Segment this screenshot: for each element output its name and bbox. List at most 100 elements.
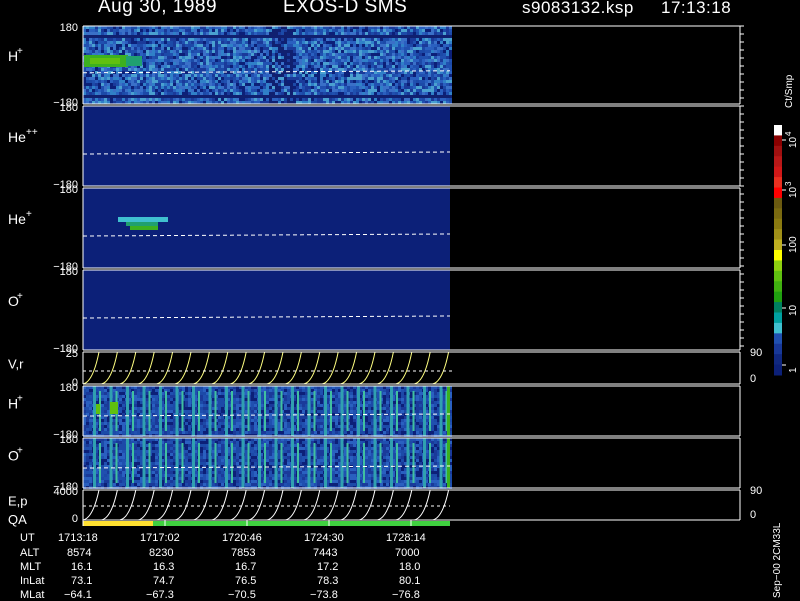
heatmap-cell (365, 425, 368, 428)
heatmap-cell (263, 29, 266, 32)
heatmap-cell (347, 59, 350, 62)
heatmap-cell (359, 74, 362, 77)
heatmap-cell (212, 44, 215, 47)
heatmap-cell (116, 68, 119, 71)
heatmap-cell (242, 86, 245, 89)
heatmap-cell (380, 59, 383, 62)
heatmap-cell (116, 431, 119, 434)
heatmap-cell (137, 407, 140, 410)
heatmap-cell (236, 68, 239, 71)
heatmap-cell (176, 38, 179, 41)
heatmap-cell (254, 32, 257, 35)
heatmap-cell (335, 68, 338, 71)
heatmap-cell (203, 92, 206, 95)
heatmap-cell (248, 74, 251, 77)
heatmap-cell (356, 29, 359, 32)
heatmap-cell (368, 53, 371, 56)
heatmap-cell (221, 431, 224, 434)
heatmap-cell (314, 74, 317, 77)
heatmap-cell (275, 53, 278, 56)
heatmap-cell (431, 98, 434, 101)
heatmap-cell (194, 95, 197, 98)
heatmap-cell (293, 59, 296, 62)
heatmap-cell (221, 83, 224, 86)
heatmap-cell (368, 41, 371, 44)
heatmap-cell (170, 86, 173, 89)
heatmap-cell (206, 77, 209, 80)
heatmap-cell (326, 65, 329, 68)
heatmap-cell (122, 44, 125, 47)
heatmap-cell (185, 83, 188, 86)
heatmap-cell (185, 419, 188, 422)
heatmap-cell (296, 89, 299, 92)
heatmap-cell (218, 74, 221, 77)
heatmap-cell (89, 95, 92, 98)
heatmap-cell (365, 62, 368, 65)
heatmap-cell (434, 47, 437, 50)
heatmap-cell (167, 389, 170, 392)
heatmap-cell (89, 422, 92, 425)
heatmap-cell (317, 50, 320, 53)
heatmap-cell (389, 32, 392, 35)
heatmap-cell (143, 65, 146, 68)
heatmap-cell (437, 41, 440, 44)
heatmap-cell (104, 398, 107, 401)
heatmap-cell (440, 71, 443, 74)
heatmap-cell (92, 89, 95, 92)
heatmap-cell (383, 95, 386, 98)
heatmap-cell (185, 422, 188, 425)
heatmap-cell (86, 404, 89, 407)
heatmap-cell (134, 410, 137, 413)
heatmap-cell (242, 83, 245, 86)
heatmap-cell (449, 95, 452, 98)
heatmap-cell (287, 404, 290, 407)
heatmap-cell (356, 41, 359, 44)
heatmap-cell (200, 59, 203, 62)
heatmap-cell (371, 38, 374, 41)
heatmap-cell (362, 80, 365, 83)
heatmap-cell (155, 56, 158, 59)
heatmap-cell (260, 68, 263, 71)
heatmap-cell (107, 68, 110, 71)
heatmap-cell (230, 47, 233, 50)
heatmap-cell (383, 41, 386, 44)
heatmap-cell (395, 95, 398, 98)
heatmap-cell (401, 59, 404, 62)
heatmap-cell (206, 56, 209, 59)
heatmap-cell (179, 431, 182, 434)
heatmap-cell (371, 53, 374, 56)
heatmap-cell (446, 71, 449, 74)
heatmap-cell (350, 68, 353, 71)
heatmap-cell (323, 80, 326, 83)
heatmap-cell (368, 62, 371, 65)
heatmap-cell (344, 98, 347, 101)
heatmap-cell (275, 68, 278, 71)
heatmap-cell (284, 428, 287, 431)
heatmap-cell (347, 41, 350, 44)
heatmap-cell (284, 59, 287, 62)
heatmap-cell (149, 29, 152, 32)
heatmap-cell (188, 77, 191, 80)
heatmap-cell (278, 77, 281, 80)
heatmap-cell (101, 401, 104, 404)
heatmap-cell (323, 95, 326, 98)
heatmap-cell (86, 425, 89, 428)
heatmap-cell (365, 38, 368, 41)
heatmap-cell (440, 92, 443, 95)
heatmap-cell (425, 47, 428, 50)
heatmap-cell (98, 92, 101, 95)
heatmap-cell (422, 92, 425, 95)
heatmap-cell (374, 74, 377, 77)
heatmap-cell (425, 62, 428, 65)
heatmap-cell (149, 89, 152, 92)
heatmap-cell (275, 80, 278, 83)
heatmap-cell (260, 89, 263, 92)
panel-label: He (8, 129, 26, 145)
heatmap-cell (365, 410, 368, 413)
heatmap-cell (218, 92, 221, 95)
heatmap-cell (290, 35, 293, 38)
heatmap-cell (437, 44, 440, 47)
heatmap-cell (284, 32, 287, 35)
heatmap-cell (167, 32, 170, 35)
heatmap-cell (158, 68, 161, 71)
